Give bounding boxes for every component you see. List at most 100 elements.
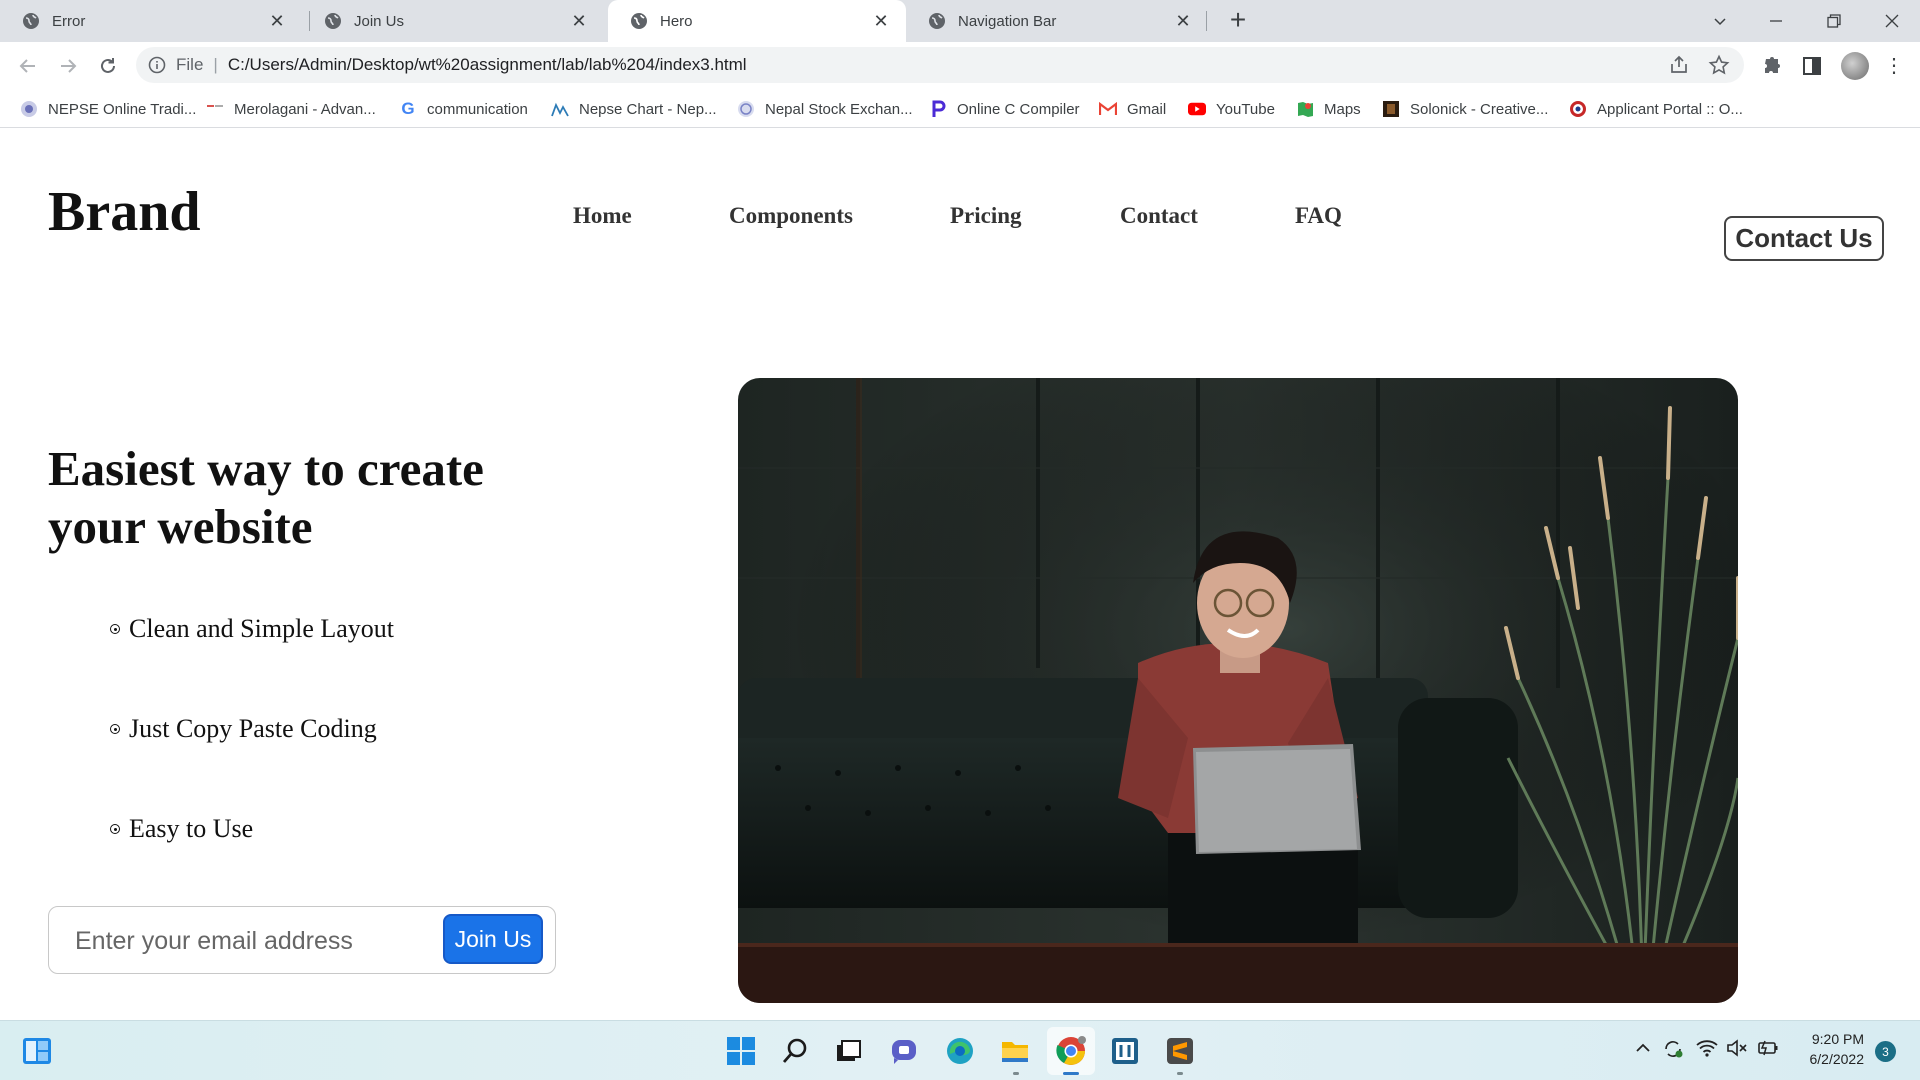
nav-home[interactable]: Home <box>573 203 632 229</box>
close-icon[interactable]: ✕ <box>872 11 890 32</box>
windows-start-icon[interactable] <box>724 1034 758 1068</box>
gmail-icon <box>1099 100 1117 118</box>
window-close-icon[interactable] <box>1864 0 1920 42</box>
forward-arrow-icon[interactable] <box>52 50 84 82</box>
bookmark-nepse-chart[interactable]: Nepse Chart - Nep... <box>551 98 717 120</box>
profile-avatar[interactable] <box>1841 52 1869 80</box>
task-view-icon[interactable] <box>832 1034 866 1068</box>
woman-with-laptop-image <box>738 378 1738 1003</box>
bookmark-gmail[interactable]: Gmail <box>1099 98 1166 120</box>
feature-item: Just Copy Paste Coding <box>110 714 377 744</box>
tab-separator <box>1206 11 1207 31</box>
address-divider: | <box>213 55 218 74</box>
google-icon: G <box>401 99 415 118</box>
globe-icon <box>631 13 647 29</box>
bookmark-maps[interactable]: Maps <box>1296 98 1361 120</box>
info-icon[interactable] <box>148 56 166 74</box>
system-clock[interactable]: 9:20 PM 6/2/2022 <box>1782 1029 1865 1069</box>
tab-hero[interactable]: Hero ✕ <box>608 0 906 42</box>
extensions-puzzle-icon[interactable] <box>1760 54 1784 78</box>
more-menu-icon[interactable]: ⋮ <box>1884 54 1904 78</box>
address-bar[interactable]: File | C:/Users/Admin/Desktop/wt%20assig… <box>136 47 1744 83</box>
sync-icon[interactable] <box>1662 1039 1684 1064</box>
bookmark-label: Online C Compiler <box>957 100 1080 118</box>
notification-badge[interactable]: 3 <box>1875 1041 1896 1062</box>
sublime-text-icon[interactable] <box>1163 1034 1197 1068</box>
bookmark-label: YouTube <box>1216 100 1275 118</box>
hero-title: Easiest way to create your website <box>48 441 484 554</box>
widgets-icon[interactable] <box>20 1034 54 1068</box>
clock-date: 6/2/2022 <box>1809 1051 1865 1067</box>
bookmark-star-icon[interactable] <box>1708 54 1730 76</box>
feature-text: Clean and Simple Layout <box>129 614 395 643</box>
windows-taskbar: 9:20 PM 6/2/2022 3 <box>0 1020 1920 1080</box>
programiz-icon <box>929 100 947 118</box>
file-explorer-icon[interactable] <box>998 1034 1032 1068</box>
bookmark-label: Merolagani - Advan... <box>234 100 376 118</box>
url-text: C:/Users/Admin/Desktop/wt%20assignment/l… <box>227 55 747 74</box>
reload-icon[interactable] <box>92 50 124 82</box>
visual-studio-code-icon[interactable] <box>1108 1034 1142 1068</box>
bookmark-nepse-online[interactable]: NEPSE Online Tradi... <box>20 98 196 120</box>
merolagani-icon <box>206 100 224 118</box>
circle-bullet-icon <box>110 624 120 634</box>
tab-navigation-bar[interactable]: Navigation Bar ✕ <box>906 0 1208 42</box>
nav-components[interactable]: Components <box>729 203 853 229</box>
nav-faq[interactable]: FAQ <box>1295 203 1342 229</box>
bookmark-label: NEPSE Online Tradi... <box>48 100 197 118</box>
bookmark-online-c-compiler[interactable]: Online C Compiler <box>929 98 1080 120</box>
teams-chat-icon[interactable] <box>888 1034 922 1068</box>
edge-browser-icon[interactable] <box>943 1034 977 1068</box>
bookmark-communication[interactable]: G communication <box>399 98 528 120</box>
nepal-stock-icon <box>737 100 755 118</box>
tab-join-us[interactable]: Join Us ✕ <box>302 0 604 42</box>
globe-icon <box>23 13 39 29</box>
bookmark-label: Gmail <box>1127 100 1167 118</box>
back-arrow-icon[interactable] <box>12 50 44 82</box>
email-input[interactable] <box>73 921 457 961</box>
bookmark-label: communication <box>427 100 528 118</box>
new-tab-plus-icon[interactable]: + <box>1222 4 1254 36</box>
close-icon[interactable]: ✕ <box>1174 11 1192 32</box>
tab-search-chevron-icon[interactable] <box>1692 0 1748 42</box>
volume-muted-icon[interactable] <box>1726 1039 1748 1062</box>
join-us-button[interactable]: Join Us <box>443 914 543 964</box>
bookmark-label: Nepse Chart - Nep... <box>579 100 717 118</box>
email-signup-form: Join Us <box>48 906 556 974</box>
brand-logo[interactable]: Brand <box>48 180 201 244</box>
file-explorer-running-indicator <box>1013 1072 1019 1075</box>
share-icon[interactable] <box>1668 54 1690 76</box>
bookmark-label: Maps <box>1324 100 1361 118</box>
battery-charging-icon[interactable] <box>1756 1039 1780 1062</box>
tab-title: Error <box>52 12 86 30</box>
chrome-icon[interactable] <box>1054 1034 1088 1068</box>
bookmark-label: Nepal Stock Exchan... <box>765 100 913 118</box>
bookmark-youtube[interactable]: YouTube <box>1188 98 1275 120</box>
browser-toolbar: File | C:/Users/Admin/Desktop/wt%20assig… <box>0 42 1920 90</box>
scheme-label: File <box>176 55 204 74</box>
circle-bullet-icon <box>110 724 120 734</box>
sublime-running-indicator <box>1177 1072 1183 1075</box>
feature-item: Easy to Use <box>110 814 253 844</box>
bookmark-nepal-stock[interactable]: Nepal Stock Exchan... <box>737 98 913 120</box>
bookmark-label: Applicant Portal :: O... <box>1597 100 1743 118</box>
restore-icon[interactable] <box>1806 0 1862 42</box>
side-panel-icon[interactable] <box>1800 54 1824 78</box>
nav-contact[interactable]: Contact <box>1120 203 1198 229</box>
minimize-icon[interactable] <box>1748 0 1804 42</box>
bookmark-applicant-portal[interactable]: Applicant Portal :: O... <box>1569 98 1743 120</box>
tab-error[interactable]: Error ✕ <box>0 0 302 42</box>
globe-icon <box>325 13 341 29</box>
bookmark-solonick[interactable]: Solonick - Creative... <box>1382 98 1548 120</box>
show-hidden-icons-chevron-icon[interactable] <box>1634 1039 1652 1062</box>
bookmark-label: Solonick - Creative... <box>1410 100 1549 118</box>
wifi-icon[interactable] <box>1696 1039 1718 1062</box>
clock-time: 9:20 PM <box>1811 1031 1864 1047</box>
search-icon[interactable] <box>778 1034 812 1068</box>
bookmark-merolagani[interactable]: Merolagani - Advan... <box>206 98 376 120</box>
close-icon[interactable]: ✕ <box>268 11 286 32</box>
contact-us-button[interactable]: Contact Us <box>1724 216 1884 261</box>
close-icon[interactable]: ✕ <box>570 11 588 32</box>
nav-pricing[interactable]: Pricing <box>950 203 1022 229</box>
tab-strip: Error ✕ Join Us ✕ Hero ✕ Navigation Bar … <box>0 0 1920 42</box>
